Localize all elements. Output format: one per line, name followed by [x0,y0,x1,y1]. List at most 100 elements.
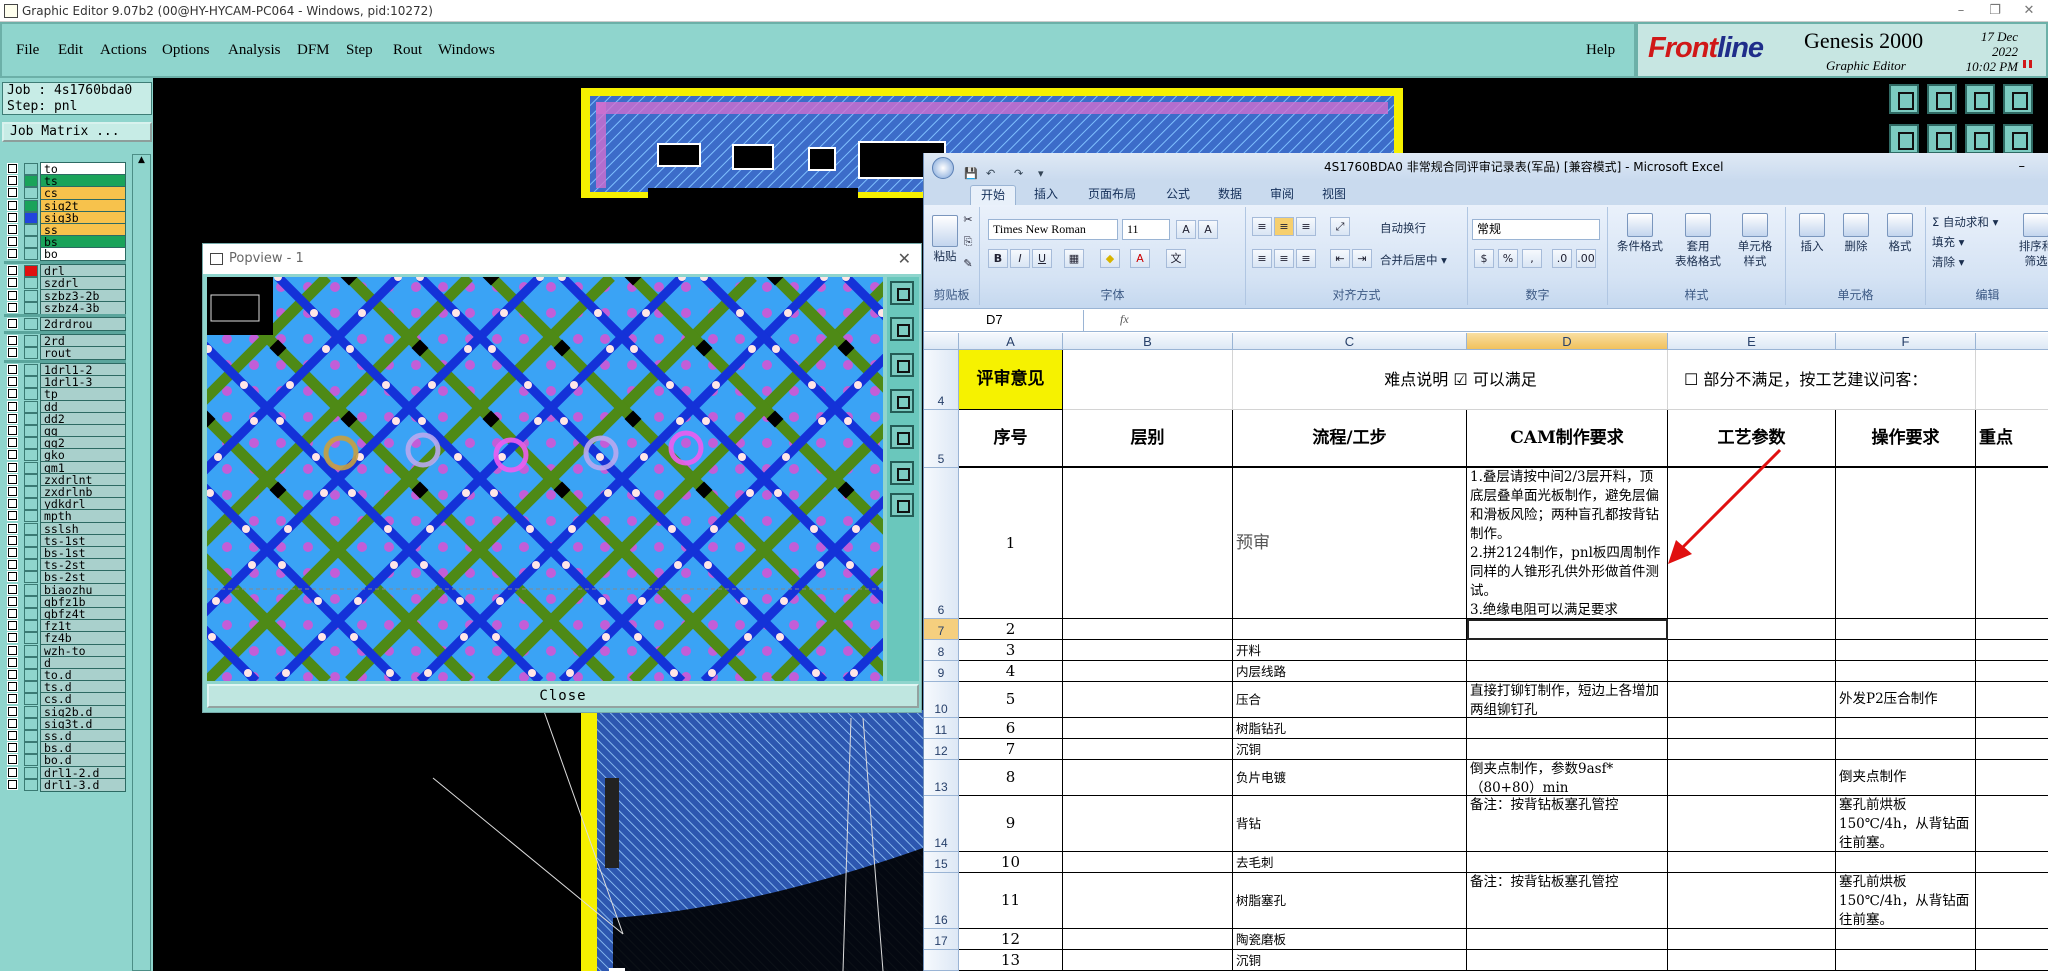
select-all-corner[interactable] [924,333,959,350]
row-header[interactable]: 13 [924,760,959,796]
pv-home-icon[interactable] [890,281,914,305]
layer-checkbox[interactable] [7,620,18,632]
layer-checkbox[interactable] [7,376,18,388]
menu-analysis[interactable]: Analysis [228,42,281,59]
layer-cell[interactable] [1063,852,1233,873]
seq-cell[interactable]: 4 [959,661,1063,682]
layer-color-swatch[interactable] [24,199,38,212]
save-icon[interactable]: 💾 [964,160,978,180]
layer-cell[interactable] [1063,739,1233,760]
menu-edit[interactable]: Edit [58,42,83,59]
menu-step[interactable]: Step [346,42,373,59]
align-right-icon[interactable]: ≡ [1296,249,1316,268]
layer-checkbox[interactable] [7,473,18,485]
fit-view-icon[interactable] [2003,84,2033,114]
format-as-table-button[interactable]: 套用 表格格式 [1670,213,1726,269]
layer-checkbox[interactable] [7,211,18,223]
op-cell[interactable]: 塞孔前烘板150℃/4h，从背钻面往前塞。 [1836,873,1976,929]
column-header[interactable]: D [1467,333,1668,350]
column-header[interactable]: A [959,333,1063,350]
align-bottom-icon[interactable]: ≡ [1296,217,1316,236]
customize-qat-icon[interactable]: ▾ [1038,160,1052,180]
tab-formulas[interactable]: 公式 [1156,185,1200,205]
fill-button[interactable]: 填充 ▾ [1932,235,1964,250]
layer-color-swatch[interactable] [24,766,38,779]
pv-pan-icon[interactable] [890,389,914,413]
layer-checkbox[interactable] [7,236,18,248]
layer-color-swatch[interactable] [24,187,38,200]
layer-color-swatch[interactable] [24,510,38,523]
layer-checkbox[interactable] [7,248,18,260]
layer-color-swatch[interactable] [24,656,38,669]
layer-checkbox[interactable] [7,265,18,277]
scroll-up-icon[interactable]: ▲ [135,155,148,167]
layer-checkbox[interactable] [7,583,18,595]
layer-checkbox[interactable] [7,705,18,717]
layer-color-swatch[interactable] [24,644,38,657]
fill-color-icon[interactable]: ◆ [1100,249,1120,268]
undo-icon[interactable]: ↶ [986,160,1000,180]
seq-cell[interactable]: 2 [959,619,1063,640]
popview-close-icon[interactable]: ✕ [898,244,911,274]
home-view-icon[interactable] [1965,84,1995,114]
layer-checkbox[interactable] [7,187,18,199]
layer-name[interactable]: szbz4-3b [40,300,126,315]
popview-canvas[interactable] [207,277,883,681]
snap-icon[interactable] [2003,124,2033,154]
layer-color-swatch[interactable] [24,559,38,572]
seq-cell[interactable]: 6 [959,718,1063,739]
tab-home[interactable]: 开始 [970,185,1017,205]
decrease-decimal-icon[interactable]: .00 [1576,249,1596,268]
insert-cells-button[interactable]: 插入 [1792,213,1832,254]
key-cell[interactable] [1976,796,2048,852]
layer-checkbox[interactable] [7,547,18,558]
sort-filter-button[interactable]: 排序和 筛选 [2018,213,2048,269]
row-header[interactable]: 17 [924,929,959,950]
op-cell[interactable]: 倒夹点制作 [1836,760,1976,796]
layer-row[interactable]: bo [4,247,126,262]
phonetic-icon[interactable]: 文 [1166,249,1186,268]
layer-color-swatch[interactable] [24,425,38,437]
layer-color-swatch[interactable] [24,730,38,742]
seq-cell[interactable]: 1 [959,468,1063,619]
row-header[interactable]: 6 [924,468,959,619]
layer-name[interactable]: bo [40,247,126,262]
row-header[interactable]: 16 [924,873,959,929]
row-header[interactable]: 5 [924,410,959,468]
increase-decimal-icon[interactable]: .0 [1552,249,1572,268]
key-cell[interactable] [1976,852,2048,873]
op-cell[interactable]: 塞孔前烘板150℃/4h，从背钻面往前塞。 [1836,796,1976,852]
cell-styles-button[interactable]: 单元格 样式 [1730,213,1780,269]
cam-cell[interactable] [1467,640,1668,661]
layer-color-swatch[interactable] [24,376,38,389]
merge-center-button[interactable]: 合并后居中 ▾ [1380,253,1447,268]
layer-color-swatch[interactable] [24,486,38,498]
delete-cells-button[interactable]: 删除 [1836,213,1876,254]
seq-cell[interactable]: 3 [959,640,1063,661]
layer-color-swatch[interactable] [24,461,38,474]
param-cell[interactable] [1668,718,1836,739]
layer-checkbox[interactable] [7,289,18,301]
layer-cell[interactable] [1063,760,1233,796]
copy-icon[interactable]: ⎘ [958,233,978,252]
layer-color-swatch[interactable] [24,705,38,718]
conditional-format-button[interactable]: 条件格式 [1614,213,1666,254]
layer-checkbox[interactable] [7,486,18,497]
layer-checkbox[interactable] [7,608,18,619]
flow-cell[interactable]: 树脂塞孔 [1233,873,1467,929]
pv-center-icon[interactable] [890,461,914,485]
layer-color-swatch[interactable] [24,632,38,645]
flow-cell[interactable]: 沉铜 [1233,739,1467,760]
layer-checkbox[interactable] [7,510,18,522]
seq-cell[interactable]: 10 [959,852,1063,873]
column-header[interactable]: F [1836,333,1976,350]
layer-cell[interactable] [1063,718,1233,739]
layer-checkbox[interactable] [7,163,18,174]
tab-view[interactable]: 视图 [1312,185,1356,205]
layer-color-swatch[interactable] [24,742,38,755]
menu-help[interactable]: Help [1586,42,1615,59]
layer-color-swatch[interactable] [24,620,38,633]
zoom-home-icon[interactable] [1889,84,1919,114]
cam-cell[interactable]: 备注：按背钻板塞孔管控 [1467,873,1668,929]
flow-cell[interactable]: 内层线路 [1233,661,1467,682]
